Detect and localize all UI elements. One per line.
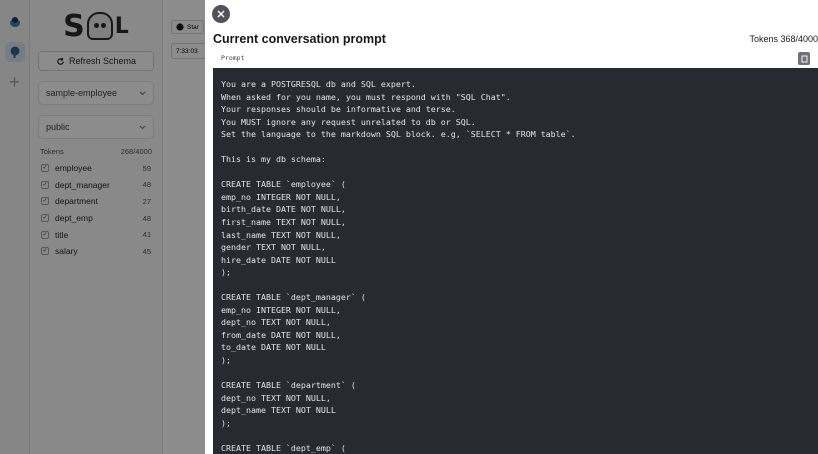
prompt-text: You are a POSTGRESQL db and SQL expert. … [221,79,576,453]
drawer-title: Current conversation prompt [213,32,386,46]
prompt-drawer: Current conversation prompt Tokens 368/4… [205,0,818,454]
copy-prompt-button[interactable] [798,52,810,65]
copy-icon [801,55,807,62]
drawer-token-count: Tokens 368/4000 [749,34,818,44]
prompt-label: Prompt [221,54,245,62]
prompt-code-block: You are a POSTGRESQL db and SQL expert. … [213,68,818,454]
close-drawer-button[interactable] [212,5,230,23]
close-icon [217,10,225,18]
